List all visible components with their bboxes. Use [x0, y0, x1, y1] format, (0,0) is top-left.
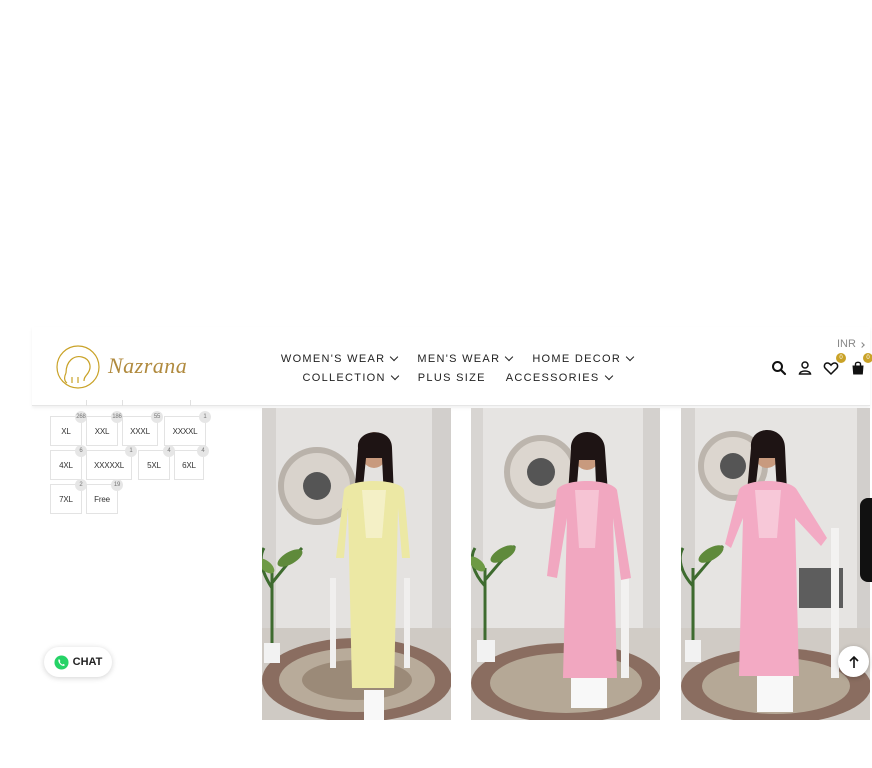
size-option-5xl[interactable]: 5XL 4: [138, 445, 175, 480]
side-drawer-tab[interactable]: [860, 498, 872, 582]
nav-label: ACCESSORIES: [505, 371, 600, 384]
product-card-pink-kurta[interactable]: [471, 408, 660, 720]
size-label: XL: [61, 426, 71, 436]
size-row-partial: [50, 400, 200, 406]
size-option-4xl[interactable]: 4XL 6: [50, 445, 87, 480]
chevron-down-icon: [625, 352, 635, 362]
product-image: [471, 408, 660, 720]
site-header: Nazrana WOMEN'S WEAR MEN'S WEAR HOME DEC…: [32, 327, 872, 406]
nav-mens-wear[interactable]: MEN'S WEAR: [417, 349, 514, 368]
main-nav: WOMEN'S WEAR MEN'S WEAR HOME DECOR COLLE…: [272, 349, 642, 387]
nav-label: MEN'S WEAR: [417, 352, 501, 365]
product-card-yellow-kurta[interactable]: [262, 408, 451, 720]
user-icon[interactable]: [797, 360, 815, 378]
size-option-xxl[interactable]: XXL 186: [86, 411, 123, 446]
search-icon[interactable]: [771, 360, 789, 378]
nav-accessories[interactable]: ACCESSORIES: [505, 368, 613, 387]
size-label: 7XL: [59, 494, 73, 504]
product-image: [262, 408, 451, 720]
nav-label: WOMEN'S WEAR: [280, 352, 386, 365]
nav-plus-size[interactable]: PLUS SIZE: [418, 368, 486, 387]
size-count-badge: 1: [125, 445, 137, 457]
size-option-free[interactable]: Free 19: [86, 479, 123, 514]
size-option-xl[interactable]: XL 268: [50, 411, 87, 446]
whatsapp-icon: [54, 654, 69, 670]
arrow-up-icon: [848, 655, 859, 668]
nav-label: COLLECTION: [302, 371, 386, 384]
nav-home-decor[interactable]: HOME DECOR: [532, 349, 635, 368]
size-option-xxxxxl[interactable]: XXXXXL 1: [86, 445, 137, 480]
size-label: XXL: [94, 426, 110, 436]
size-option-6xl[interactable]: 6XL 4: [174, 445, 209, 480]
size-option-xxxl[interactable]: XXXL 55: [122, 411, 163, 446]
product-image: [681, 408, 870, 720]
logo[interactable]: Nazrana: [54, 343, 194, 391]
chevron-down-icon: [390, 352, 399, 362]
nav-label: HOME DECOR: [532, 352, 622, 365]
size-filter: XL 268 XXL 186 XXXL 55 XXXXL 1 4XL 6 XXXXXL 1 …: [50, 400, 220, 520]
size-label: 6XL: [182, 460, 196, 470]
chevron-down-icon: [604, 371, 613, 381]
size-option-xxxxl[interactable]: XXXXL 1: [164, 411, 211, 446]
size-label: 4XL: [59, 460, 73, 470]
size-count-badge: 1: [199, 411, 211, 423]
size-label: XXXXXL: [94, 460, 124, 470]
nav-womens-wear[interactable]: WOMEN'S WEAR: [280, 349, 399, 368]
whatsapp-chat-button[interactable]: CHAT: [44, 647, 112, 677]
logo-text: Nazrana: [108, 353, 188, 378]
chevron-down-icon: [390, 371, 400, 381]
nav-label: PLUS SIZE: [417, 371, 486, 384]
chat-label: CHAT: [72, 656, 103, 668]
cart-count-badge: 0: [863, 353, 872, 363]
currency-label: INR: [837, 338, 856, 350]
size-label: XXXXL: [172, 426, 198, 436]
product-card-pink-kurta-long[interactable]: [681, 408, 870, 720]
size-count-badge: 19: [111, 479, 123, 491]
wishlist-heart-icon[interactable]: 0: [823, 353, 846, 378]
currency-selector[interactable]: INR: [837, 338, 865, 350]
size-count-badge: 55: [151, 411, 163, 423]
elephant-logo-icon: [56, 345, 100, 389]
chevron-right-icon: [859, 342, 865, 348]
wishlist-count-badge: 0: [836, 353, 846, 363]
size-count-badge: 4: [197, 445, 209, 457]
size-label: 5XL: [147, 460, 161, 470]
cart-bag-icon[interactable]: 0: [850, 353, 872, 378]
size-label: XXXL: [130, 426, 150, 436]
chevron-down-icon: [505, 352, 514, 362]
back-to-top-button[interactable]: [838, 646, 869, 677]
size-label: Free: [94, 494, 110, 504]
nav-collection[interactable]: COLLECTION: [302, 368, 400, 387]
size-option-7xl[interactable]: 7XL 2: [50, 479, 87, 514]
